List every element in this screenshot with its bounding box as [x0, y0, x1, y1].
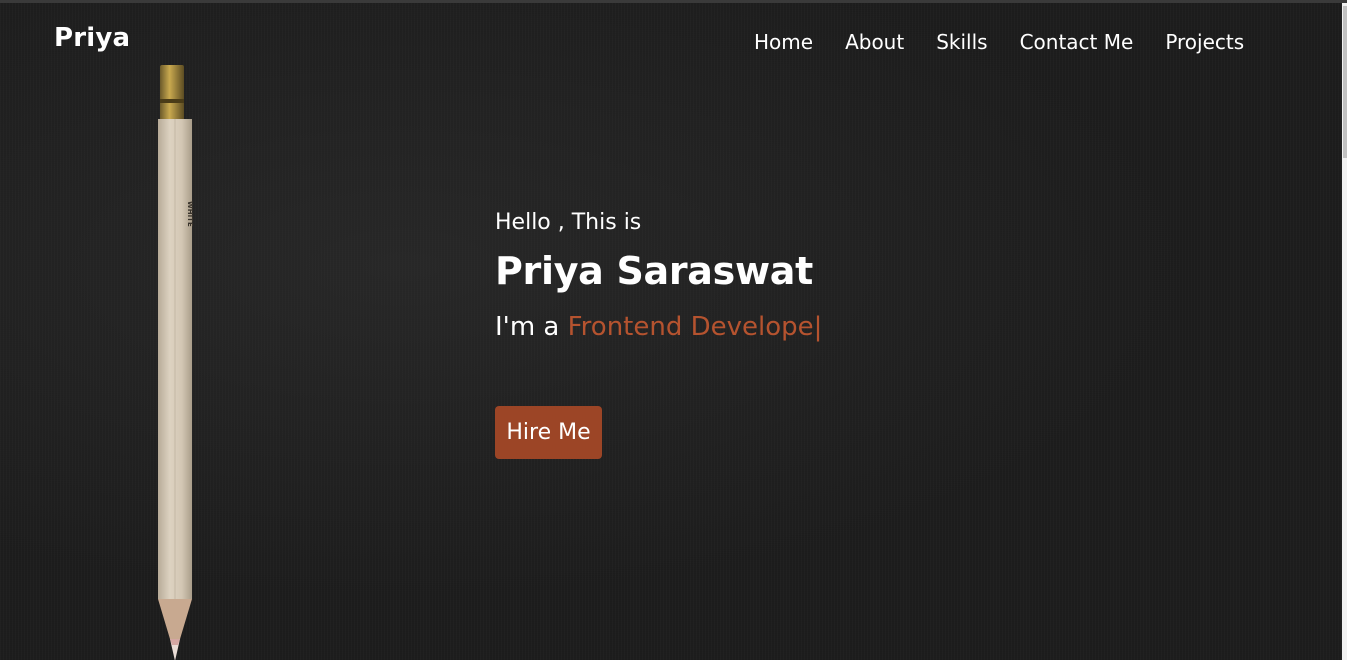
brand-logo[interactable]: Priya	[54, 23, 130, 53]
nav-about[interactable]: About	[845, 30, 904, 54]
pencil-label: WHITE	[186, 201, 194, 227]
role-typed-text: Frontend Develope	[567, 312, 814, 342]
hero-section: Priya Home About Skills Contact Me Proje…	[0, 3, 1342, 660]
nav-contact-me[interactable]: Contact Me	[1020, 30, 1134, 54]
hero-name: Priya Saraswat	[495, 249, 813, 293]
nav-skills[interactable]: Skills	[936, 30, 987, 54]
scrollbar-thumb[interactable]	[1343, 6, 1347, 158]
nav-projects[interactable]: Projects	[1165, 30, 1244, 54]
role-prefix: I'm a	[495, 312, 568, 342]
hero-greeting: Hello , This is	[495, 210, 642, 235]
nav-home[interactable]: Home	[754, 30, 813, 54]
hire-me-button[interactable]: Hire Me	[495, 406, 602, 459]
hero-role: I'm a Frontend Develope|	[495, 312, 822, 342]
pencil-image: WHITE	[158, 65, 194, 660]
main-nav: Home About Skills Contact Me Projects	[754, 30, 1244, 54]
typing-cursor: |	[813, 312, 823, 342]
